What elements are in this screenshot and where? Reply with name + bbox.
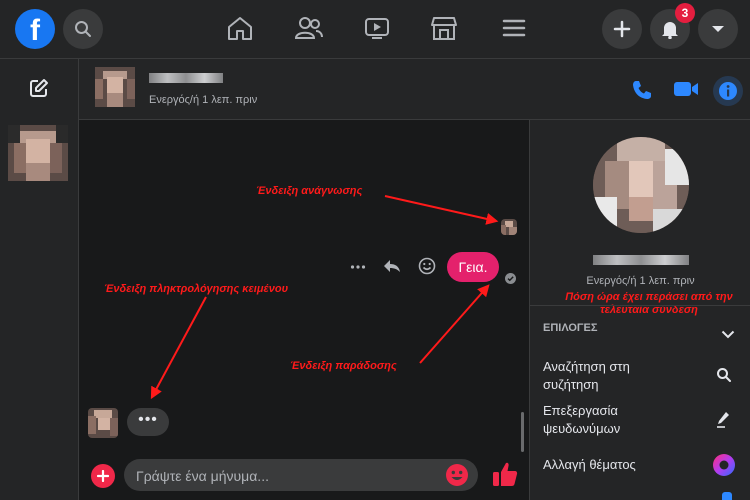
next-option-icon-partial [722, 492, 732, 500]
divider [530, 305, 750, 306]
profile-avatar-large[interactable] [593, 137, 689, 233]
thumbs-up-icon [493, 462, 518, 486]
more-attachments-button[interactable] [91, 464, 115, 488]
arrow-typing-indicator [150, 296, 207, 400]
theme-icon-wrap [712, 453, 736, 482]
annotation-last-seen: Πόση ώρα έχει περάσει από την τελευταία … [565, 291, 733, 316]
pencil-icon [717, 412, 729, 428]
emoji-button[interactable] [445, 463, 469, 492]
profile-name-blurred [593, 255, 689, 265]
option-label: Αναζήτηση στη συζήτηση [543, 359, 630, 392]
chevron-down-icon [721, 330, 735, 339]
message-input-container [124, 459, 478, 493]
option-search-conversation[interactable]: Αναζήτηση στη συζήτηση [543, 358, 733, 396]
arrow-read-receipt [384, 195, 499, 225]
search-icon [717, 368, 731, 382]
emoji-icon [446, 464, 468, 486]
plus-icon [97, 470, 109, 482]
profile-status: Ενεργός/ή 1 λεπ. πριν [586, 275, 695, 287]
theme-icon [713, 454, 735, 476]
edit-nickname-icon-wrap [716, 410, 732, 433]
message-input[interactable] [134, 459, 438, 493]
option-label: Επεξεργασία ψευδωνύμων [543, 403, 621, 436]
search-in-conversation-icon-wrap [716, 367, 732, 388]
option-change-theme[interactable]: Αλλαγή θέματος [543, 456, 733, 476]
arrow-delivery [419, 284, 490, 364]
option-label: Αλλαγή θέματος [543, 457, 636, 472]
options-collapse-button[interactable] [721, 326, 735, 344]
options-heading: ΕΠΙΛΟΓΕΣ [543, 322, 598, 334]
option-edit-nicknames[interactable]: Επεξεργασία ψευδωνύμων [543, 402, 733, 440]
like-send-button[interactable] [492, 460, 518, 493]
conversation-info-panel: Ενεργός/ή 1 λεπ. πριν Πόση ώρα έχει περά… [529, 120, 750, 500]
